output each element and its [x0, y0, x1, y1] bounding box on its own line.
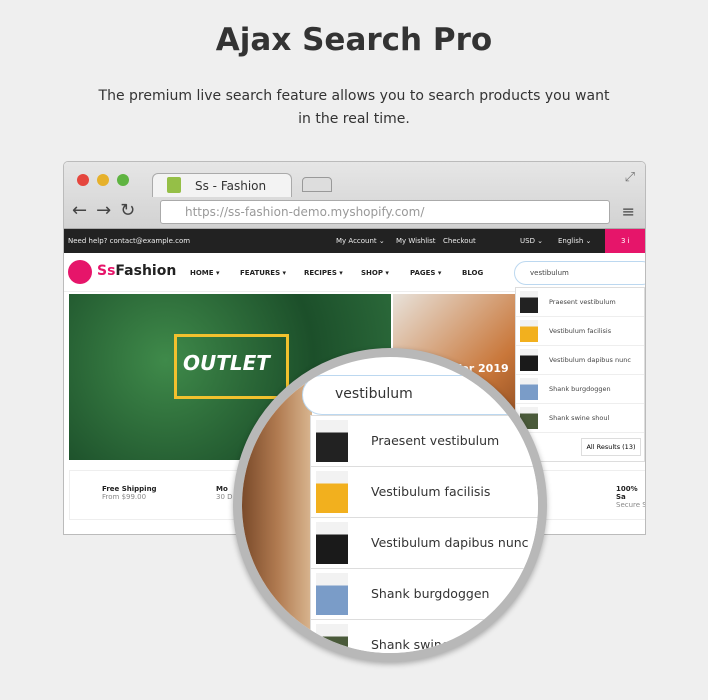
model-photo	[242, 357, 312, 653]
feature-item: 100% Sa Secure S	[616, 485, 646, 509]
menu-icon[interactable]: ≡	[622, 202, 635, 221]
product-thumb	[520, 320, 538, 342]
wishlist-link[interactable]: My Wishlist	[396, 237, 435, 245]
menu-shop[interactable]: SHOP ▾	[361, 269, 389, 277]
site-topbar: Need help? contact@example.com My Accoun…	[64, 229, 645, 253]
magnified-results: Praesent vestibulum Vestibulum facilisis…	[310, 415, 538, 653]
fullscreen-icon[interactable]: ⤢	[625, 170, 635, 185]
result-item[interactable]: Shank burgdoggen	[311, 569, 538, 620]
cart-count: 3 i	[621, 237, 630, 245]
feature-item: Free Shipping From $99.00	[102, 485, 157, 501]
feature-item: Mo 30 D	[216, 485, 233, 501]
logo-icon	[68, 260, 92, 284]
menu-features[interactable]: FEATURES ▾	[240, 269, 286, 277]
result-item[interactable]: Shank swine sh	[311, 620, 538, 653]
product-thumb	[520, 349, 538, 371]
my-account-link[interactable]: My Account ⌄	[336, 237, 385, 245]
language-select[interactable]: English ⌄	[558, 237, 591, 245]
cart-button[interactable]: 3 i	[605, 229, 645, 253]
magnifier: vestibulum Praesent vestibulum Vestibulu…	[233, 348, 547, 662]
product-thumb	[316, 522, 348, 564]
menu-recipes[interactable]: RECIPES ▾	[304, 269, 343, 277]
result-item[interactable]: Vestibulum dapibus nunc	[311, 518, 538, 569]
page-subtitle: The premium live search feature allows y…	[98, 88, 610, 127]
product-thumb	[520, 291, 538, 313]
logo[interactable]: SsFashion	[97, 263, 176, 279]
menu-pages[interactable]: PAGES ▾	[410, 269, 441, 277]
help-text: Need help? contact@example.com	[68, 237, 191, 245]
new-tab-button[interactable]	[302, 177, 332, 192]
result-item[interactable]: Vestibulum facilisis	[516, 317, 644, 346]
page-title: Ajax Search Pro	[215, 22, 493, 58]
product-thumb	[316, 573, 348, 615]
close-dot[interactable]	[77, 174, 89, 186]
result-item[interactable]: Vestibulum facilisis	[311, 467, 538, 518]
result-item[interactable]: Vestibulum dapibus nunc	[516, 346, 644, 375]
menu-home[interactable]: HOME ▾	[190, 269, 220, 277]
tab-label: Ss - Fashion	[195, 179, 267, 193]
result-item[interactable]: Praesent vestibulum	[516, 288, 644, 317]
maximize-dot[interactable]	[117, 174, 129, 186]
result-item[interactable]: Praesent vestibulum	[311, 416, 538, 467]
minimize-dot[interactable]	[97, 174, 109, 186]
shopify-icon	[167, 177, 181, 193]
product-thumb	[316, 420, 348, 462]
nav-buttons[interactable]: ←→↻	[72, 200, 144, 221]
all-results-button[interactable]: All Results (13)	[581, 438, 641, 456]
product-thumb	[316, 624, 348, 653]
magnified-search-input[interactable]: vestibulum	[302, 375, 538, 415]
currency-select[interactable]: USD ⌄	[520, 237, 543, 245]
product-thumb	[316, 471, 348, 513]
menu-blog[interactable]: BLOG	[462, 269, 483, 277]
address-bar[interactable]: https://ss-fashion-demo.myshopify.com/	[160, 200, 610, 224]
browser-chrome: Ss - Fashion ⤢ ←→↻ https://ss-fashion-de…	[64, 162, 645, 229]
url-text: https://ss-fashion-demo.myshopify.com/	[185, 205, 425, 219]
checkout-link[interactable]: Checkout	[443, 237, 476, 245]
search-input[interactable]: vestibulum	[514, 261, 645, 285]
browser-tab[interactable]: Ss - Fashion	[152, 173, 292, 197]
